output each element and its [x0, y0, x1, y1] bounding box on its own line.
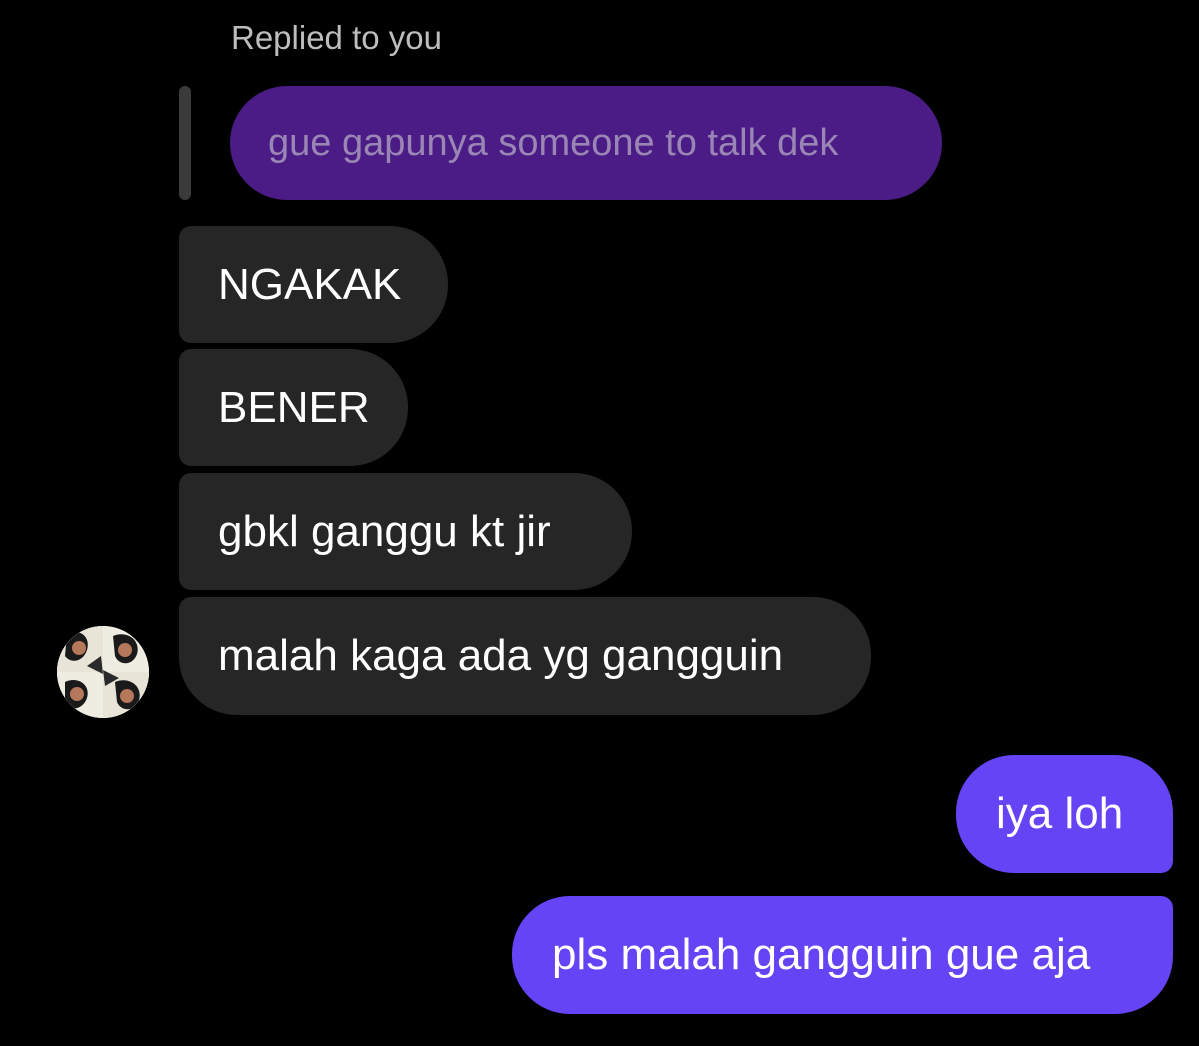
reply-indicator-bar — [179, 86, 191, 200]
incoming-message-bubble[interactable]: BENER — [179, 349, 408, 466]
sender-avatar[interactable] — [57, 626, 149, 718]
message-text: gbkl ganggu kt jir — [218, 506, 551, 556]
incoming-message-bubble[interactable]: NGAKAK — [179, 226, 448, 343]
outgoing-message-bubble[interactable]: pls malah gangguin gue aja — [512, 896, 1173, 1014]
reply-label: Replied to you — [231, 19, 442, 56]
message-text: malah kaga ada yg gangguin — [218, 631, 784, 680]
incoming-message-bubble[interactable]: gbkl ganggu kt jir — [179, 473, 632, 590]
incoming-message-bubble[interactable]: malah kaga ada yg gangguin — [179, 597, 871, 715]
avatar-image-icon — [57, 626, 149, 718]
quoted-message-bubble[interactable]: gue gapunya someone to talk dek — [230, 86, 942, 200]
message-text: pls malah gangguin gue aja — [552, 930, 1091, 979]
message-text: NGAKAK — [218, 259, 402, 309]
message-text: iya loh — [996, 789, 1124, 838]
message-text: BENER — [218, 382, 370, 432]
outgoing-message-bubble[interactable]: iya loh — [956, 755, 1173, 873]
quoted-message-text: gue gapunya someone to talk dek — [268, 121, 839, 164]
